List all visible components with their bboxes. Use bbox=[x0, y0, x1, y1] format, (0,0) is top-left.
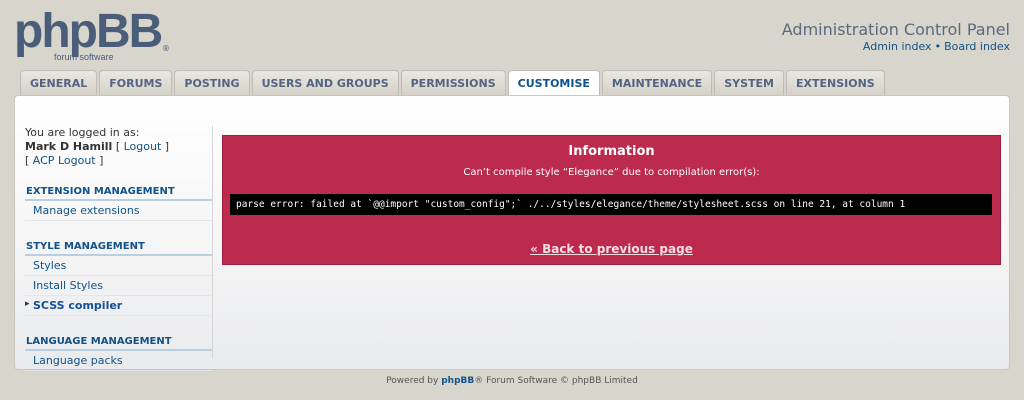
active-arrow-icon: ▸ bbox=[25, 299, 30, 309]
section-title-language-management: Language Management bbox=[25, 336, 213, 351]
sidebar-item-language-packs[interactable]: Language packs bbox=[25, 351, 213, 371]
admin-index-link[interactable]: Admin index bbox=[863, 40, 932, 53]
error-code-block: parse error: failed at `@@import "custom… bbox=[230, 194, 992, 215]
main-panel: You are logged in as: Mark D Hamill [ Lo… bbox=[14, 95, 1010, 371]
bracket-open: [ bbox=[25, 154, 30, 167]
tab-extensions[interactable]: Extensions bbox=[785, 70, 885, 96]
page-title: Administration Control Panel bbox=[781, 20, 1010, 39]
back-to-previous-page-link[interactable]: « Back to previous page bbox=[223, 242, 1000, 256]
tab-users-and-groups[interactable]: Users and Groups bbox=[251, 70, 399, 96]
tab-maintenance[interactable]: Maintenance bbox=[601, 70, 713, 96]
phpbb-logo[interactable]: phpBB forum software ® bbox=[14, 5, 174, 64]
sidebar: You are logged in as: Mark D Hamill [ Lo… bbox=[25, 126, 213, 371]
main-tabs: General Forums Posting Users and Groups … bbox=[20, 70, 885, 97]
sidebar-item-install-styles[interactable]: Install Styles bbox=[25, 276, 213, 296]
sidebar-item-scss-compiler[interactable]: ▸ SCSS compiler bbox=[25, 296, 213, 316]
login-info: You are logged in as: Mark D Hamill [ Lo… bbox=[25, 126, 213, 168]
footer: Powered by phpBB® Forum Software © phpBB… bbox=[0, 376, 1024, 386]
username: Mark D Hamill bbox=[25, 140, 113, 153]
bracket-close: ] bbox=[99, 154, 104, 167]
tab-permissions[interactable]: Permissions bbox=[400, 70, 506, 96]
error-message-box: Information Can’t compile style “Eleganc… bbox=[222, 135, 1001, 265]
logo-registered-mark: ® bbox=[162, 44, 170, 53]
bracket-open: [ bbox=[115, 140, 121, 153]
sidebar-item-styles[interactable]: Styles bbox=[25, 256, 213, 276]
tab-posting[interactable]: Posting bbox=[174, 70, 250, 96]
logo-tagline: forum software bbox=[54, 52, 114, 62]
logo-wordmark: phpBB bbox=[14, 5, 163, 58]
bracket-close: ] bbox=[164, 140, 170, 153]
acp-logout-link[interactable]: ACP Logout bbox=[33, 154, 96, 167]
tab-forums[interactable]: Forums bbox=[99, 70, 173, 96]
link-separator: • bbox=[934, 40, 942, 53]
sidebar-item-manage-extensions[interactable]: Manage extensions bbox=[25, 201, 213, 221]
header-links: Admin index • Board index bbox=[863, 40, 1010, 53]
logout-link[interactable]: Logout bbox=[124, 140, 162, 153]
section-title-style-management: Style Management bbox=[25, 241, 213, 256]
board-index-link[interactable]: Board index bbox=[944, 40, 1010, 53]
tab-system[interactable]: System bbox=[714, 70, 784, 96]
footer-phpbb-link[interactable]: phpBB bbox=[441, 376, 474, 386]
error-title: Information bbox=[568, 144, 655, 159]
sidebar-item-label: SCSS compiler bbox=[33, 299, 123, 312]
logged-in-label: You are logged in as: bbox=[25, 126, 140, 139]
error-message: Can’t compile style “Elegance” due to co… bbox=[463, 167, 760, 178]
footer-suffix: ® Forum Software © phpBB Limited bbox=[474, 376, 638, 386]
sidebar-divider bbox=[212, 126, 213, 358]
section-title-extension-management: Extension Management bbox=[25, 186, 213, 201]
tab-customise[interactable]: Customise bbox=[507, 70, 600, 97]
tab-general[interactable]: General bbox=[20, 70, 98, 96]
footer-prefix: Powered by bbox=[386, 376, 442, 386]
